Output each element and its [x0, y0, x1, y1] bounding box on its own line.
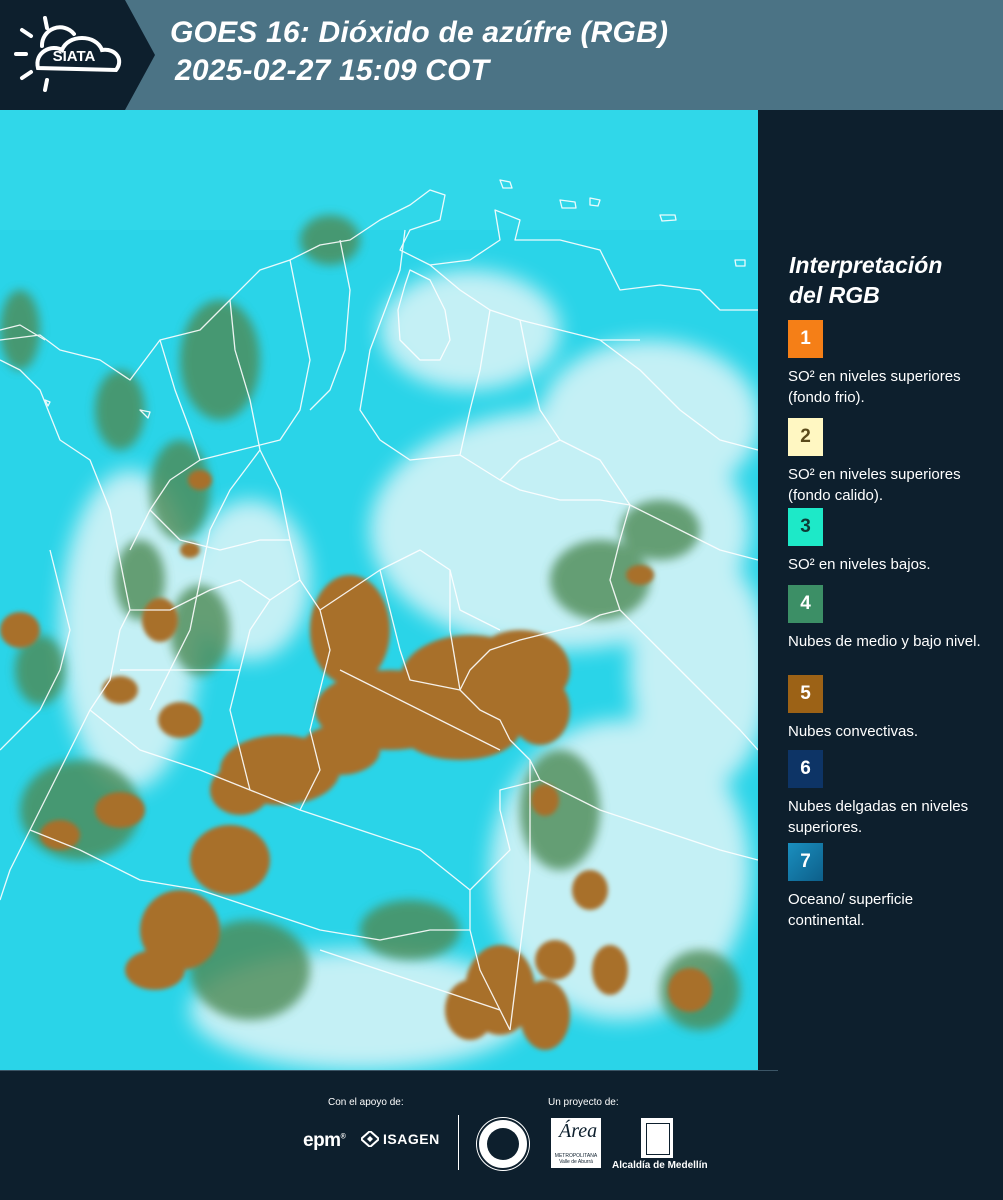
- alcaldia-shield-logo: [641, 1118, 673, 1158]
- isagen-mark-icon: [361, 1131, 379, 1147]
- support-label: Con el apoyo de:: [328, 1097, 404, 1108]
- header-bar: SIATA GOES 16: Dióxido de azúfre (RGB) 2…: [0, 0, 1003, 110]
- legend-desc-5: Nubes convectivas.: [788, 723, 919, 740]
- legend-desc-6: Nubes delgadas en niveles superiores.: [788, 798, 969, 836]
- legend-desc-3: SO² en niveles bajos.: [788, 556, 931, 573]
- epm-logo: epm®: [303, 1130, 346, 1151]
- alcaldia-label: Alcaldía de Medellín: [612, 1160, 708, 1171]
- project-label: Un proyecto de:: [548, 1097, 619, 1108]
- legend-item-2: 2 SO² en niveles superiores (fondo calid…: [788, 418, 993, 506]
- siata-logo: SIATA: [0, 0, 155, 110]
- legend-item-1: 1 SO² en niveles superiores (fondo frio)…: [788, 320, 993, 408]
- legend-swatch-1: 1: [788, 320, 823, 358]
- legend-swatch-5: 5: [788, 675, 823, 713]
- satellite-image: [0, 110, 758, 1070]
- medellin-seal-logo: [477, 1118, 529, 1170]
- legend-swatch-6: 6: [788, 750, 823, 788]
- legend-item-4: 4 Nubes de medio y bajo nivel.: [788, 585, 993, 652]
- legend-desc-2: SO² en niveles superiores (fondo calido)…: [788, 466, 961, 504]
- legend-item-3: 3 SO² en niveles bajos.: [788, 508, 993, 575]
- legend-item-5: 5 Nubes convectivas.: [788, 675, 993, 742]
- legend-swatch-3: 3: [788, 508, 823, 546]
- legend-title: Interpretación del RGB: [789, 252, 943, 308]
- legend-swatch-4: 4: [788, 585, 823, 623]
- footer-divider-line: [0, 1070, 778, 1071]
- legend-item-6: 6 Nubes delgadas en niveles superiores.: [788, 750, 993, 838]
- area-metropolitana-logo: Área METROPOLITANA Valle de Aburrá: [551, 1118, 601, 1168]
- legend-swatch-7: 7: [788, 843, 823, 881]
- page-title: GOES 16: Dióxido de azúfre (RGB): [170, 16, 669, 49]
- legend-swatch-2: 2: [788, 418, 823, 456]
- footer: Con el apoyo de: Un proyecto de: epm® IS…: [0, 1070, 1003, 1200]
- legend-desc-4: Nubes de medio y bajo nivel.: [788, 633, 981, 650]
- isagen-logo: ISAGEN: [361, 1131, 440, 1147]
- legend-desc-7: Oceano/ superficie continental.: [788, 891, 914, 929]
- legend-item-7: 7 Oceano/ superficie continental.: [788, 843, 993, 931]
- legend-desc-1: SO² en niveles superiores (fondo frio).: [788, 368, 961, 406]
- logo-text: SIATA: [53, 48, 96, 65]
- legend-panel: Interpretación del RGB 1 SO² en niveles …: [758, 110, 1003, 1070]
- footer-vertical-divider: [458, 1115, 459, 1170]
- sun-cloud-logo-icon: SIATA: [14, 16, 122, 92]
- timestamp: 2025-02-27 15:09 COT: [175, 54, 490, 87]
